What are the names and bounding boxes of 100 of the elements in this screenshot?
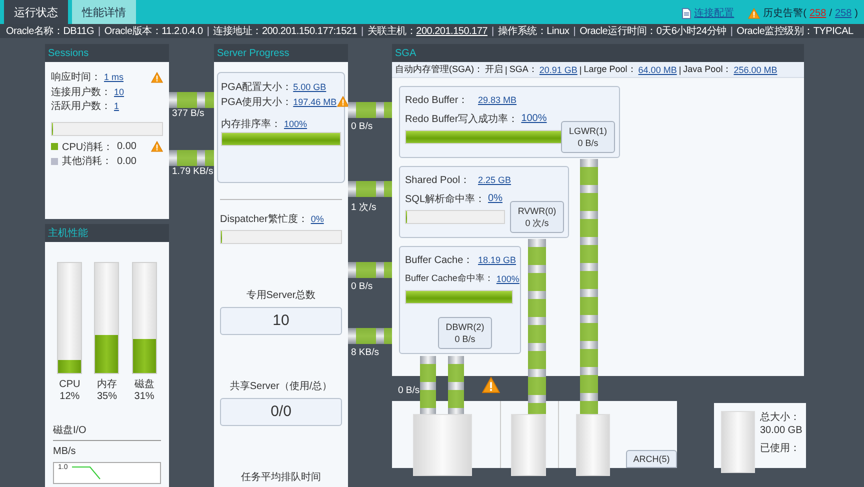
flow-rate: 1.79 KB/s [172, 166, 214, 177]
unit-label: MB/s [53, 446, 77, 458]
pool-label: Redo Buffer： [405, 94, 470, 108]
tab[interactable]: 性能详情 [72, 0, 136, 24]
flow-rate: 8 KB/s [351, 347, 379, 358]
metric-value[interactable]: 0% [310, 214, 324, 224]
metric-label: Dispatcher繁忙度： [220, 212, 308, 226]
cylinder-drawing [576, 414, 610, 476]
summary-label: Large Pool： [584, 63, 636, 76]
rate-value[interactable]: 100% [521, 113, 547, 124]
flow-pipe [348, 262, 392, 278]
separator-text: | [678, 64, 682, 74]
flow-pipe [169, 150, 214, 166]
process-card: ARCH(5) [626, 450, 677, 468]
tab[interactable]: 运行状态 [4, 0, 68, 24]
metric-value[interactable]: 100% [284, 119, 308, 130]
separator-text: | [730, 26, 733, 36]
flow-pipe [348, 328, 392, 344]
metric-label: 响应时间： [51, 70, 101, 84]
stat-value: 0/0 [220, 398, 342, 426]
line-graph [72, 466, 102, 480]
stat-label: 共享Server（使用/总） [228, 380, 334, 392]
panel-title: Server Progress [214, 44, 348, 62]
flow-pipe [348, 102, 392, 118]
pool-label: Shared Pool： [405, 174, 472, 188]
summary-label: 自动内存管理(SGA)： [395, 63, 484, 76]
separator-text: | [361, 26, 364, 36]
info-item: 连接地址：200.201.150.177:1521 [213, 24, 358, 38]
stat-label: 任务平均排队时间 [240, 470, 322, 484]
metric-value[interactable]: 10 [114, 86, 124, 97]
separator-text: | [573, 26, 576, 36]
rate-value[interactable]: 100% [496, 274, 520, 284]
gauge-label: 磁盘 [134, 379, 154, 391]
panel-title: 主机性能 [45, 224, 169, 242]
info-item: Oracle监控级别：TYPICAL [736, 25, 854, 38]
separator-text: | [579, 64, 582, 74]
gauge-label: CPU [59, 379, 80, 391]
cylinder-drawing [510, 414, 546, 476]
total-label: 总大小： [760, 411, 801, 424]
gauge-label: 内存 [96, 379, 117, 391]
flow-rate: 0 B/s [398, 385, 420, 396]
summary-value[interactable]: 256.00 MB [734, 64, 778, 74]
rate-label: SQL解析命中率： [405, 192, 486, 206]
metric-label: PGA使用大小： [221, 96, 292, 109]
process-name: LGWR(1) [569, 125, 607, 137]
flow-rate: 0 B/s [351, 121, 373, 132]
metric-value[interactable]: 1 ms [104, 72, 124, 82]
rate-value[interactable]: 0% [488, 193, 502, 204]
flow-rate: 377 B/s [172, 108, 204, 119]
pool-label: Buffer Cache： [405, 254, 474, 268]
alarm-history-label: 历史告警( [763, 6, 806, 20]
flow-rate: 1 次/s [351, 201, 376, 214]
metric-value[interactable]: 197.46 MB [293, 96, 337, 107]
metric-value[interactable]: 1 [114, 101, 120, 112]
separator-text: | [206, 26, 210, 36]
summary-value[interactable]: 20.91 GB [539, 64, 578, 74]
info-item: 操作系统：Linux [498, 24, 570, 38]
warning-icon [748, 8, 760, 18]
metric-value[interactable]: 5.00 GB [293, 82, 326, 92]
process-rate: 0 次/s [525, 217, 549, 229]
flow-pipe [348, 181, 392, 197]
info-item: Oracle运行时间：0天6小时24分钟 [580, 24, 726, 38]
pool-value[interactable]: 29.83 MB [478, 95, 517, 106]
legend-label: CPU消耗： [62, 140, 114, 154]
flow-rate: 0 B/s [351, 281, 373, 292]
flow-pipe [448, 356, 464, 414]
gauge-reading: 31% [134, 391, 154, 403]
info-item[interactable]: 关联主机：200.201.150.177 [367, 24, 488, 38]
info-item: Oracle名称：DB11G [6, 25, 94, 38]
metric-label: PGA配置大小： [221, 80, 292, 94]
flow-pipe [169, 92, 214, 108]
legend-value: 0.00 [117, 156, 136, 167]
gauge-reading: 35% [96, 391, 117, 403]
pool-value[interactable]: 18.19 GB [478, 255, 516, 266]
legend-value: 0.00 [117, 141, 136, 152]
document-icon [682, 8, 692, 18]
metric-label: 连接用户数： [51, 86, 111, 99]
summary-label: SGA： [509, 63, 538, 76]
used-label: 已使用： [760, 442, 801, 455]
pool-value[interactable]: 2.25 GB [478, 175, 512, 186]
separator-text: | [505, 64, 508, 74]
stat-value: 10 [220, 306, 342, 334]
summary-value: 开启 [485, 63, 504, 76]
cylinder-drawing [721, 411, 755, 473]
summary-label: Java Pool： [683, 63, 732, 76]
panel-title: Sessions [45, 44, 169, 62]
rate-label: Buffer Cache命中率： [405, 272, 494, 286]
process-rate: 0 B/s [454, 333, 476, 345]
separator-text: | [491, 26, 494, 36]
info-item: Oracle版本：11.2.0.4.0 [104, 24, 203, 38]
summary-value[interactable]: 64.00 MB [638, 64, 677, 74]
section-title: 磁盘I/O [53, 423, 161, 441]
cylinder-drawing [413, 414, 472, 476]
stat-label: 专用Server总数 [245, 288, 317, 302]
total-value: 30.00 GB [760, 424, 802, 437]
process-name: DBWR(2) [446, 321, 484, 333]
process-rate: 0 B/s [578, 137, 598, 149]
metric-label: 内存排序率： [221, 118, 281, 132]
metric-label: 活跃用户数： [51, 100, 111, 114]
connection-config-link[interactable]: 连接配置 [694, 6, 734, 20]
